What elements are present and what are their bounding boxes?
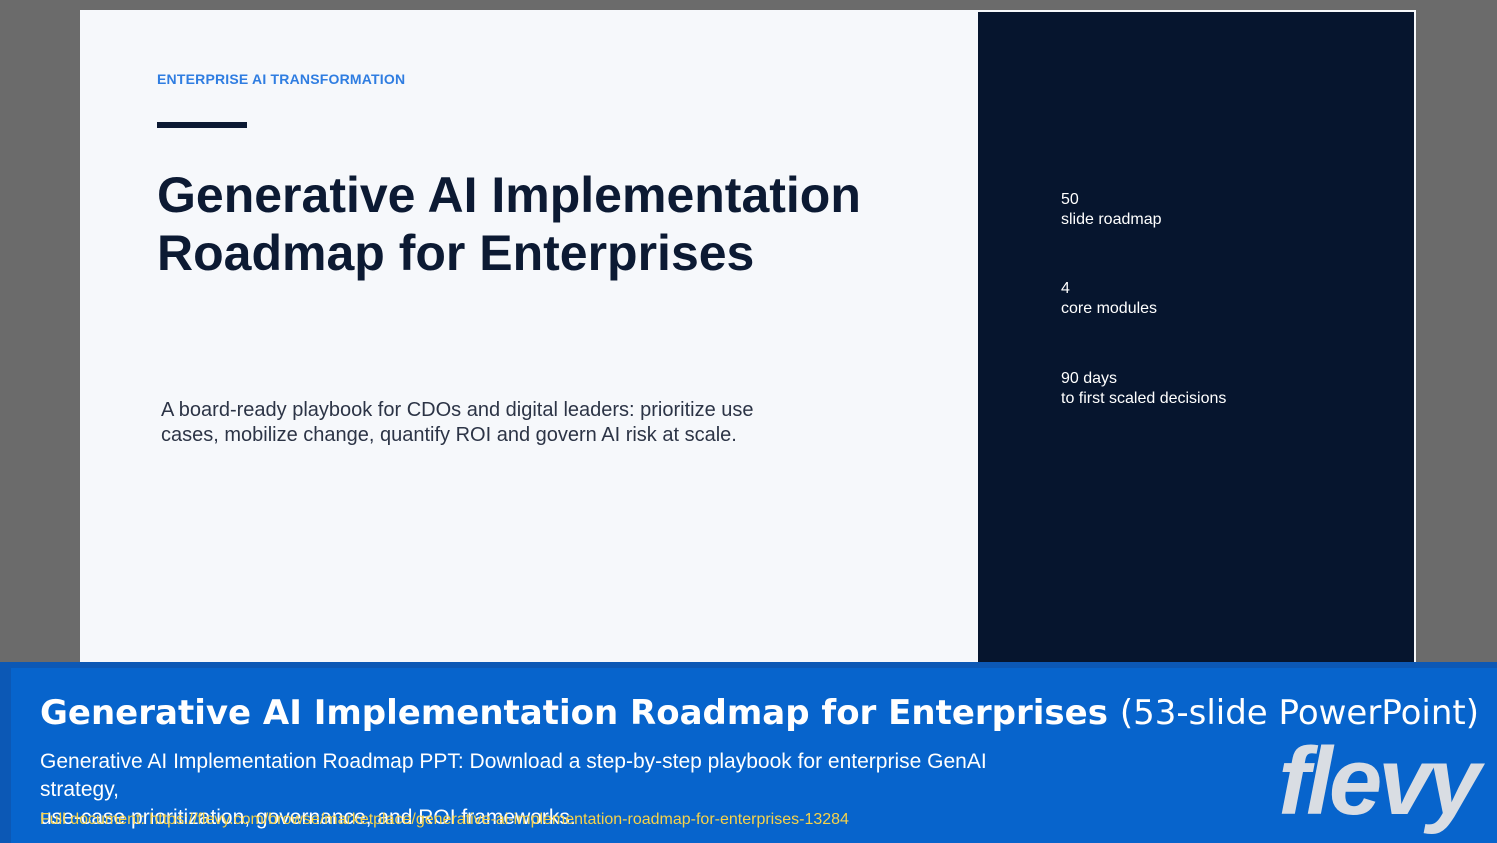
slide-left-panel: ENTERPRISE AI TRANSFORMATION Generative … (80, 10, 977, 663)
stat-label: slide roadmap (1061, 211, 1162, 228)
stat-value: 90 days (1061, 370, 1118, 387)
slide-subtitle-line: A board-ready playbook for CDOs and digi… (161, 399, 754, 421)
slide-eyebrow: ENTERPRISE AI TRANSFORMATION (157, 71, 406, 87)
stat-value: 50 (1061, 191, 1079, 208)
banner-panel: Generative AI Implementation Roadmap for… (11, 668, 1497, 843)
slide-stats-panel: 50 slide roadmap 4 core modules 90 days … (978, 12, 1414, 663)
accent-bar (157, 122, 247, 128)
full-document-link[interactable]: Full document: https://flevy.com/browse/… (40, 811, 849, 829)
stat-item: 4 core modules (1061, 279, 1157, 319)
stat-item: 50 slide roadmap (1061, 190, 1162, 230)
banner-title: Generative AI Implementation Roadmap for… (40, 692, 1479, 734)
banner-description-line: Generative AI Implementation Roadmap PPT… (40, 750, 987, 801)
banner-title-main: Generative AI Implementation Roadmap for… (40, 693, 1108, 733)
flevy-logo[interactable]: flevy (1278, 734, 1481, 830)
document-banner: Generative AI Implementation Roadmap for… (0, 662, 1497, 843)
slide-title-line: Roadmap for Enterprises (157, 225, 755, 281)
stat-item: 90 days to first scaled decisions (1061, 369, 1226, 409)
slide-preview: ENTERPRISE AI TRANSFORMATION Generative … (80, 10, 1416, 663)
page: ENTERPRISE AI TRANSFORMATION Generative … (0, 0, 1497, 843)
slide-subtitle-line: cases, mobilize change, quantify ROI and… (161, 424, 737, 446)
slide-title: Generative AI Implementation Roadmap for… (157, 166, 937, 282)
stat-label: to first scaled decisions (1061, 390, 1227, 407)
slide-subtitle: A board-ready playbook for CDOs and digi… (161, 398, 821, 448)
slide-title-line: Generative AI Implementation (157, 167, 861, 223)
banner-title-suffix: (53-slide PowerPoint) (1119, 693, 1480, 733)
stat-value: 4 (1061, 280, 1070, 297)
stat-label: core modules (1061, 300, 1158, 317)
